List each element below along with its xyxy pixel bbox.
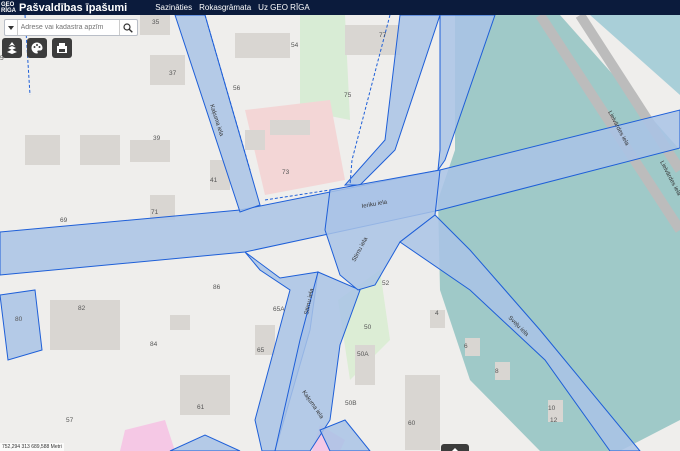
house-number: 6 bbox=[464, 343, 468, 350]
house-number: 37 bbox=[169, 70, 177, 77]
app-title: Pašvaldības īpašumi bbox=[19, 1, 128, 14]
nav-manual-link[interactable]: Rokasgrāmata bbox=[199, 3, 251, 12]
house-number: 65 bbox=[257, 347, 265, 354]
house-number: 73 bbox=[282, 169, 290, 176]
house-number: 8 bbox=[495, 368, 499, 375]
search-button[interactable] bbox=[118, 20, 137, 35]
print-tool-button[interactable] bbox=[52, 38, 72, 58]
house-number: 39 bbox=[153, 135, 161, 142]
app-header: GEO RĪGA Pašvaldības īpašumi Sazināties … bbox=[0, 0, 680, 15]
map-canvas[interactable]: Ieriku iela Stirnu iela Stirnu iela Kaķu… bbox=[0, 15, 680, 451]
house-number: 61 bbox=[197, 404, 205, 411]
house-number: 50A bbox=[357, 351, 369, 358]
house-number: 65A bbox=[273, 306, 285, 313]
house-number: 12 bbox=[550, 417, 558, 424]
house-number: 77 bbox=[379, 32, 387, 39]
house-number: 69 bbox=[60, 217, 68, 224]
geo-riga-logo[interactable]: GEO RĪGA bbox=[1, 2, 17, 14]
house-number: 86 bbox=[213, 284, 221, 291]
house-number: 4 bbox=[435, 310, 439, 317]
house-number: 82 bbox=[78, 305, 86, 312]
search-input[interactable] bbox=[17, 24, 119, 31]
house-number: 57 bbox=[66, 417, 74, 424]
search-type-dropdown[interactable] bbox=[5, 20, 18, 35]
house-number: 10 bbox=[548, 405, 556, 412]
nav-georiga-link[interactable]: Uz GEO RĪGA bbox=[258, 3, 310, 12]
house-number: 50B bbox=[345, 400, 357, 407]
address-search-bar bbox=[4, 19, 138, 36]
house-number: 56 bbox=[233, 85, 241, 92]
logo-line2: RĪGA bbox=[1, 7, 16, 14]
house-number: 50 bbox=[364, 324, 372, 331]
house-number: 52 bbox=[382, 280, 390, 287]
layers-tool-icon bbox=[7, 42, 17, 54]
layers-tool-button[interactable] bbox=[2, 38, 22, 58]
palette-tool-button[interactable] bbox=[27, 38, 47, 58]
search-icon bbox=[123, 22, 134, 33]
bottom-panel-toggle[interactable] bbox=[441, 444, 469, 451]
house-number: 75 bbox=[344, 92, 352, 99]
print-tool-icon bbox=[57, 43, 67, 53]
house-number: 54 bbox=[291, 42, 299, 49]
house-number: 71 bbox=[151, 209, 159, 216]
house-number: 80 bbox=[15, 316, 23, 323]
house-number: 84 bbox=[150, 341, 158, 348]
house-number: 60 bbox=[408, 420, 416, 427]
house-number: 41 bbox=[210, 177, 218, 184]
nav-contact-link[interactable]: Sazināties bbox=[155, 3, 192, 12]
palette-tool-icon bbox=[31, 42, 43, 54]
coordinate-readout: 752,294 313 689,588 Metri bbox=[0, 443, 64, 451]
house-number: 35 bbox=[152, 19, 160, 26]
